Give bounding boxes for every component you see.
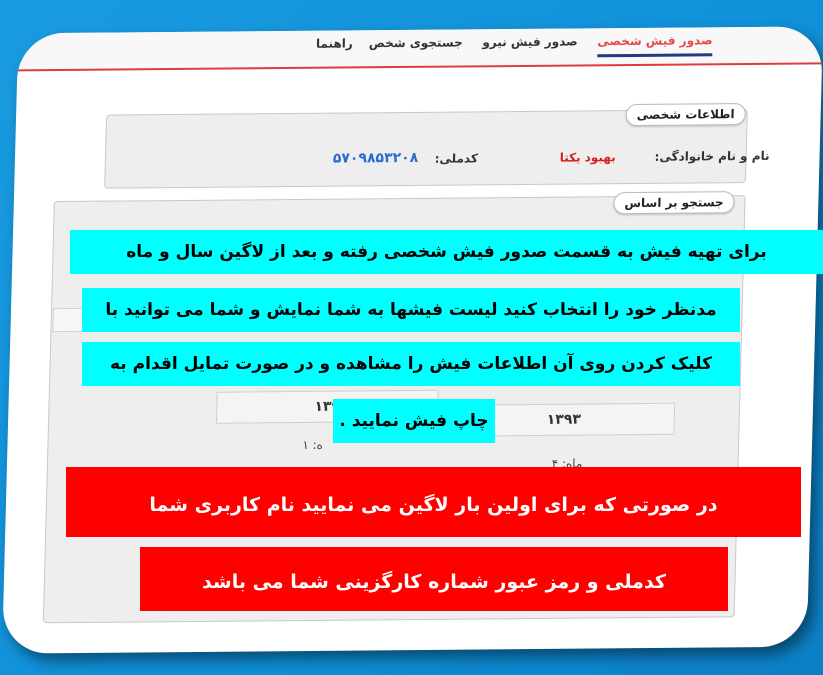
instruction-line-1: برای تهیه فیش به قسمت صدور فیش شخصی رفته… <box>70 230 823 274</box>
tab-person-search[interactable]: جستجوی شخص <box>369 35 463 50</box>
warning-line-2: کدملی و رمز عبور شماره کارگزینی شما می ب… <box>140 547 728 611</box>
tab-staff-slip[interactable]: صدور فیش نیرو <box>482 34 578 49</box>
year-right: ۱۳۹۳ <box>546 411 582 428</box>
tab-personal-slip[interactable]: صدور فیش شخصی <box>596 33 713 58</box>
tab-bar: صدور فیش شخصی صدور فیش نیرو جستجوی شخص ر… <box>17 26 823 72</box>
name-value: بهبود یکتا <box>559 150 616 165</box>
instruction-line-4: چاپ فیش نمایید . <box>333 399 495 443</box>
tab-help[interactable]: راهنما <box>316 36 353 50</box>
month-left: ه: ۱ <box>302 437 324 453</box>
personal-info-legend: اطلاعات شخصی <box>625 103 746 127</box>
name-label: نام و نام خانوادگی: <box>654 148 770 164</box>
national-code-label: کدملی: <box>434 151 479 166</box>
national-code-value: ۵۷۰۹۸۵۳۲۰۸ <box>332 149 419 167</box>
instruction-line-3: کلیک کردن روی آن اطلاعات فیش را مشاهده و… <box>82 342 740 386</box>
instruction-line-2: مدنظر خود را انتخاب کنید لیست فیشها به ش… <box>82 288 740 332</box>
search-legend: جستجو بر اساس <box>613 191 735 215</box>
warning-line-1: در صورتی که برای اولین بار لاگین می نمای… <box>66 467 801 537</box>
